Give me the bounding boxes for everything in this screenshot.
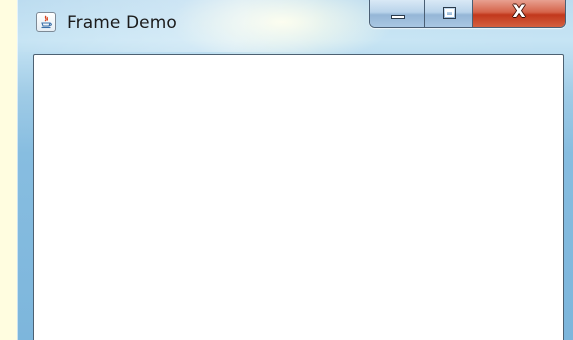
app-window: Frame Demo X (17, 0, 573, 340)
title-bar[interactable]: Frame Demo X (17, 0, 573, 52)
window-controls: X (369, 0, 566, 28)
maximize-icon (443, 7, 456, 19)
minimize-button[interactable] (370, 0, 425, 27)
close-button[interactable]: X (473, 0, 565, 27)
close-icon: X (512, 2, 526, 22)
window-title: Frame Demo (67, 13, 177, 33)
java-cup-icon-graphic (41, 15, 52, 29)
java-cup-icon[interactable] (36, 12, 56, 32)
content-pane[interactable] (33, 54, 564, 340)
minimize-icon (391, 15, 405, 19)
maximize-button[interactable] (425, 0, 473, 27)
